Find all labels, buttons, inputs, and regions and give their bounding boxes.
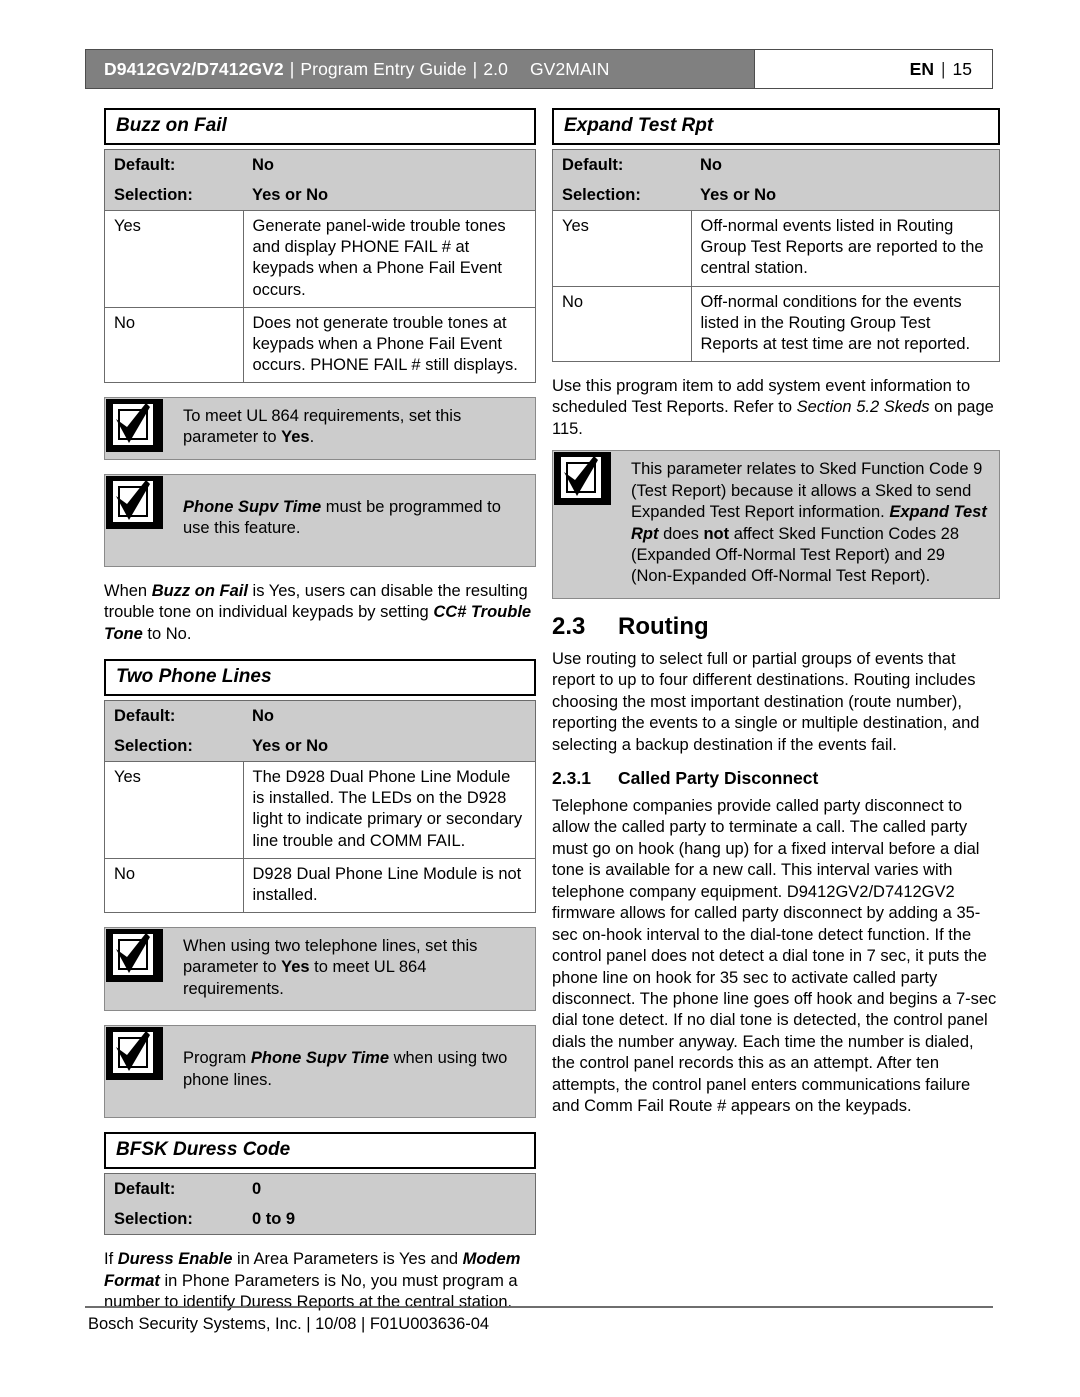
section-number: 2.3 (552, 612, 586, 640)
table-row: Default: No (104, 149, 536, 181)
default-label: Default: (104, 1173, 243, 1205)
table-row: Default: 0 (104, 1173, 536, 1205)
header-version: 2.0 (483, 58, 508, 79)
selection-label: Selection: (104, 180, 243, 211)
subsection-title: Called Party Disconnect (618, 768, 819, 788)
section-heading-routing: 2.3 Routing (552, 613, 1000, 641)
table-row: Default: No (552, 149, 1000, 181)
paragraph-buzz-on-fail: When Buzz on Fail is Yes, users can disa… (104, 581, 532, 643)
subsection-number: 2.3.1 (552, 768, 591, 788)
section-title: Routing (618, 612, 709, 640)
table-row: Default: No (104, 700, 536, 732)
header-sep-2: | (472, 58, 478, 79)
row-value: Off-normal conditions for the events lis… (691, 285, 1000, 362)
header-page-number: 15 (952, 58, 972, 79)
note-text: Program Phone Supv Time when using two p… (183, 1049, 508, 1089)
row-value: D928 Dual Phone Line Module is not insta… (243, 857, 536, 913)
row-key: No (104, 306, 244, 383)
table-row: Yes Off-normal events listed in Routing … (552, 210, 1000, 287)
table-row: No Does not generate trouble tones at ke… (104, 306, 536, 383)
right-column: Expand Test Rpt Default: No Selection: Y… (552, 108, 1000, 1132)
note-box-program-phone-supv: Program Phone Supv Time when using two p… (104, 1025, 536, 1119)
table-row: No D928 Dual Phone Line Module is not in… (104, 857, 536, 913)
header-guide: Program Entry Guide (300, 58, 467, 79)
row-value: Generate panel-wide trouble tones and di… (243, 210, 536, 308)
header-sep-3: | (940, 58, 946, 79)
left-column: Buzz on Fail Default: No Selection: Yes … (104, 108, 536, 1328)
paragraph-called-party-disconnect: Telephone companies provide called party… (552, 797, 997, 1116)
checkmark-icon (554, 452, 611, 506)
selection-value: Yes or No (243, 180, 536, 211)
header-title-bar: D9412GV2/D7412GV2 | Program Entry Guide … (86, 50, 754, 88)
header-product: D9412GV2/D7412GV2 (104, 58, 284, 79)
footer-divider (85, 1306, 993, 1308)
param-table-bfsk-duress-code: Default: 0 Selection: 0 to 9 (104, 1173, 536, 1236)
param-title-two-phone-lines: Two Phone Lines (104, 659, 536, 697)
section-heading-called-party-disconnect: 2.3.1 Called Party Disconnect (552, 768, 1000, 789)
param-table-expand-test-rpt: Default: No Selection: Yes or No Yes Off… (552, 149, 1000, 362)
header-page-indicator: EN | 15 (754, 50, 992, 88)
checkmark-icon (106, 928, 163, 982)
selection-value: Yes or No (691, 180, 1000, 211)
note-box-phone-supv-time: Phone Supv Time must be programmed to us… (104, 473, 536, 567)
page-header: D9412GV2/D7412GV2 | Program Entry Guide … (85, 49, 993, 89)
note-box-sked-function-code: This parameter relates to Sked Function … (552, 450, 1000, 599)
table-row: Selection: Yes or No (104, 180, 536, 211)
default-label: Default: (104, 149, 243, 181)
row-value: Does not generate trouble tones at keypa… (243, 306, 536, 383)
default-value: No (691, 149, 1000, 181)
selection-value: 0 to 9 (243, 1204, 536, 1235)
param-title-expand-test-rpt: Expand Test Rpt (552, 108, 1000, 145)
row-key: No (104, 857, 244, 913)
header-module: GV2MAIN (529, 58, 610, 79)
default-label: Default: (552, 149, 691, 181)
param-table-buzz-on-fail: Default: No Selection: Yes or No Yes Gen… (104, 149, 536, 383)
header-language: EN (909, 58, 934, 79)
note-box-ul864-buzz: To meet UL 864 requirements, set this pa… (104, 396, 536, 460)
selection-label: Selection: (104, 731, 243, 762)
default-value: 0 (243, 1173, 536, 1205)
selection-label: Selection: (552, 180, 691, 211)
param-title-bfsk-duress-code: BFSK Duress Code (104, 1132, 536, 1170)
note-text: Phone Supv Time must be programmed to us… (183, 497, 501, 538)
table-row: Selection: Yes or No (552, 180, 1000, 211)
table-row: No Off-normal conditions for the events … (552, 285, 1000, 362)
note-box-ul864-two-lines: When using two telephone lines, set this… (104, 926, 536, 1012)
param-table-two-phone-lines: Default: No Selection: Yes or No Yes The… (104, 700, 536, 913)
paragraph-expand-test-rpt: Use this program item to add system even… (552, 376, 994, 438)
checkmark-icon (106, 475, 163, 529)
default-value: No (243, 149, 536, 181)
note-text: When using two telephone lines, set this… (183, 936, 478, 998)
default-label: Default: (104, 700, 243, 732)
default-value: No (243, 700, 536, 732)
row-key: No (552, 285, 692, 362)
row-key: Yes (552, 210, 692, 287)
param-title-buzz-on-fail: Buzz on Fail (104, 108, 536, 145)
document-page: D9412GV2/D7412GV2 | Program Entry Guide … (0, 0, 1080, 1397)
table-row: Yes The D928 Dual Phone Line Module is i… (104, 761, 536, 859)
footer-text: Bosch Security Systems, Inc. | 10/08 | F… (88, 1315, 490, 1333)
row-value: Off-normal events listed in Routing Grou… (691, 210, 1000, 287)
table-row: Selection: 0 to 9 (104, 1204, 536, 1235)
row-value: The D928 Dual Phone Line Module is insta… (243, 761, 536, 859)
selection-label: Selection: (104, 1204, 243, 1235)
paragraph-bfsk-duress-code: If Duress Enable in Area Parameters is Y… (104, 1250, 521, 1312)
paragraph-routing: Use routing to select full or partial gr… (552, 649, 980, 754)
row-key: Yes (104, 210, 244, 308)
selection-value: Yes or No (243, 731, 536, 762)
header-sep-1: | (289, 58, 295, 79)
checkmark-icon (106, 1027, 163, 1081)
row-key: Yes (104, 761, 244, 859)
checkmark-icon (106, 398, 163, 452)
note-text: To meet UL 864 requirements, set this pa… (183, 406, 462, 447)
note-text: This parameter relates to Sked Function … (631, 460, 987, 586)
table-row: Selection: Yes or No (104, 731, 536, 762)
table-row: Yes Generate panel-wide trouble tones an… (104, 210, 536, 308)
